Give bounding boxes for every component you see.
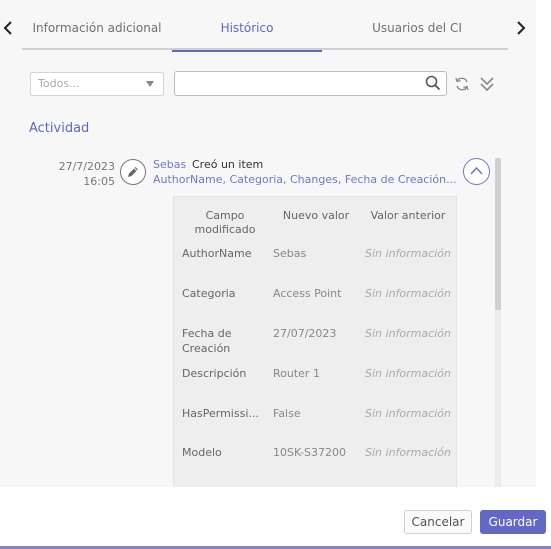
tab-usuarios-del-ci[interactable]: Usuarios del CI xyxy=(322,8,512,50)
tabs-scroll-left-button[interactable] xyxy=(1,18,15,38)
chevron-left-icon xyxy=(3,21,12,35)
filter-select[interactable]: Todos... xyxy=(30,72,164,96)
tab-historico[interactable]: Histórico xyxy=(172,8,322,52)
scrollbar-thumb[interactable] xyxy=(495,158,501,310)
pencil-icon xyxy=(128,167,138,177)
cell-old-value: Sin información xyxy=(365,446,451,459)
search-box xyxy=(174,71,447,96)
caret-down-icon xyxy=(146,81,154,87)
cell-old-value: Sin información xyxy=(365,407,451,420)
cell-new-value: False xyxy=(273,407,301,420)
double-chevron-down-icon[interactable] xyxy=(479,75,495,93)
cell-new-value: Access Point xyxy=(273,287,342,300)
history-panel: Información adicional Histórico Usuarios… xyxy=(0,0,536,487)
cell-new-value: 27/07/2023 xyxy=(273,327,337,340)
filter-select-value: Todos... xyxy=(38,77,80,90)
activity-timestamp: 27/7/2023 16:05 xyxy=(40,159,115,189)
cell-field: Modelo xyxy=(182,446,222,459)
header-nuevo-valor: Nuevo valor xyxy=(282,209,350,222)
cell-field: Fecha de Creación xyxy=(182,327,232,355)
cell-field: HasPermissi... xyxy=(182,407,259,420)
activity-type-badge xyxy=(120,159,146,185)
cell-new-value: Router 1 xyxy=(273,367,320,380)
header-valor-anterior: Valor anterior xyxy=(370,209,446,222)
search-input[interactable] xyxy=(175,72,415,95)
tab-informacion-adicional[interactable]: Información adicional xyxy=(22,8,172,50)
activity-date: 27/7/2023 xyxy=(58,160,115,173)
cell-new-value: Sebas xyxy=(273,247,307,260)
changes-table: Campo modificado Nuevo valor Valor anter… xyxy=(173,196,457,487)
cell-old-value: Sin información xyxy=(365,367,451,380)
tab-bar: Información adicional Histórico Usuarios… xyxy=(22,8,508,52)
refresh-icon[interactable] xyxy=(454,76,470,92)
cell-field: Categoria xyxy=(182,287,236,300)
activity-time: 16:05 xyxy=(83,175,115,188)
cell-field: Descripción xyxy=(182,367,247,380)
activity-action: Creó un item xyxy=(192,158,264,171)
section-title-actividad: Actividad xyxy=(29,121,90,136)
cell-new-value: 10SK-S37200 xyxy=(273,446,346,459)
cell-field: AuthorName xyxy=(182,247,252,260)
collapse-activity-button[interactable] xyxy=(463,158,490,185)
cell-old-value: Sin información xyxy=(365,327,451,340)
chevron-right-icon xyxy=(517,21,526,35)
save-button[interactable]: Guardar xyxy=(480,510,546,534)
chevron-up-icon xyxy=(470,166,483,175)
cell-old-value: Sin información xyxy=(365,287,451,300)
cancel-button[interactable]: Cancelar xyxy=(404,510,472,534)
tabs-scroll-right-button[interactable] xyxy=(514,18,528,38)
header-campo-modificado: Campo modificado xyxy=(194,209,256,236)
activity-summary: AuthorName, Categoria, Changes, Fecha de… xyxy=(153,173,457,186)
cell-old-value: Sin información xyxy=(365,247,451,260)
activity-user[interactable]: Sebas xyxy=(153,158,186,171)
search-icon[interactable] xyxy=(425,75,441,91)
